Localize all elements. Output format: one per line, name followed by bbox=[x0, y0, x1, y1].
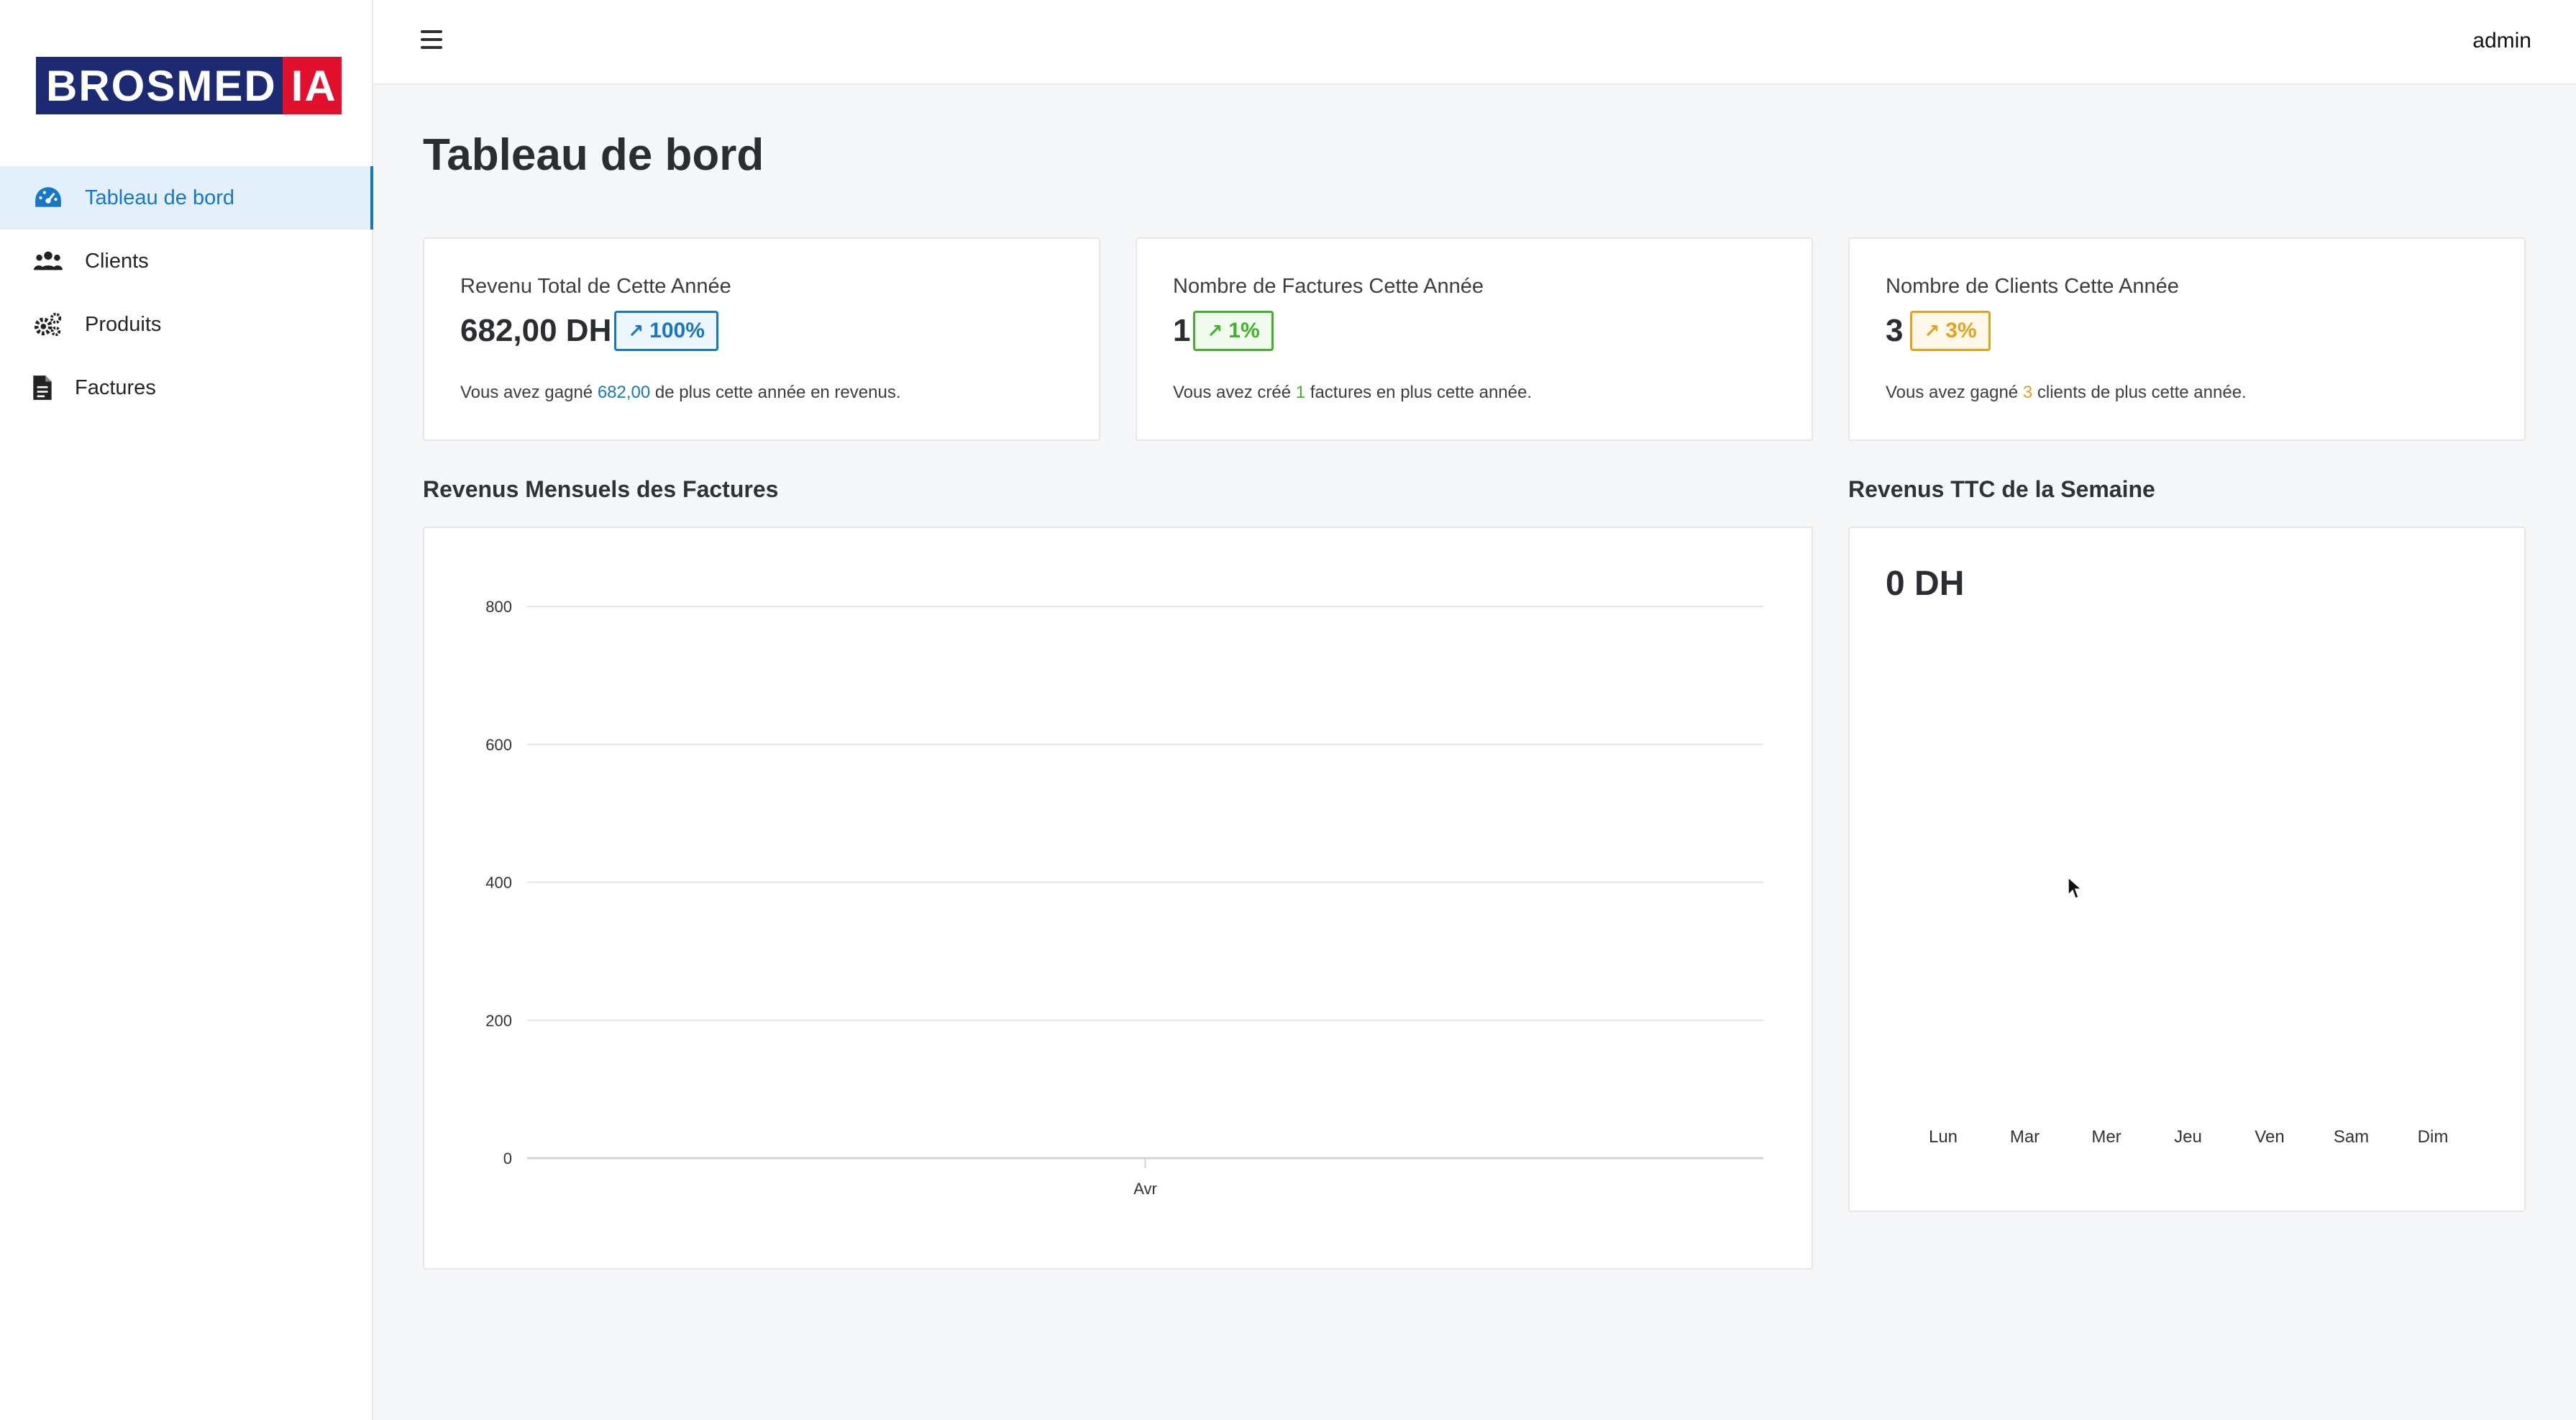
sidebar-item-label: Produits bbox=[85, 312, 162, 336]
weekly-chart-title: Revenus TTC de la Semaine bbox=[1848, 476, 2155, 502]
trend-up-icon: ↗ bbox=[628, 319, 644, 342]
stat-description: Vous avez gagné 682,00 de plus cette ann… bbox=[460, 383, 901, 402]
stat-badge: ↗ 1% bbox=[1193, 311, 1274, 351]
stat-card-invoices: Nombre de Factures Cette Année 1 ↗ 1% Vo… bbox=[1136, 237, 1813, 441]
monthly-revenue-chart: 0 200 400 600 800 Avr bbox=[485, 598, 1763, 1198]
weekday-label: Lun bbox=[1928, 1127, 1958, 1147]
stat-card-clients: Nombre de Clients Cette Année 3 ↗ 3% Vou… bbox=[1848, 237, 2526, 441]
sidebar-item-produits[interactable]: Produits bbox=[0, 293, 373, 356]
monthly-chart-title: Revenus Mensuels des Factures bbox=[423, 476, 779, 502]
y-tick-label: 0 bbox=[503, 1150, 512, 1168]
trend-up-icon: ↗ bbox=[1207, 319, 1223, 342]
gears-icon bbox=[32, 310, 65, 339]
weekday-label: Jeu bbox=[2174, 1127, 2202, 1147]
stat-title: Nombre de Clients Cette Année bbox=[1886, 275, 2179, 298]
y-tick-label: 600 bbox=[485, 736, 512, 754]
topbar: admin bbox=[373, 0, 2576, 85]
trend-up-icon: ↗ bbox=[1924, 319, 1940, 342]
sidebar-item-factures[interactable]: Factures bbox=[0, 356, 373, 419]
stat-description: Vous avez créé 1 factures en plus cette … bbox=[1173, 383, 1532, 402]
weekday-label: Mer bbox=[2091, 1127, 2121, 1147]
sidebar-item-label: Tableau de bord bbox=[85, 186, 234, 209]
page-title: Tableau de bord bbox=[423, 130, 764, 180]
stat-value: 1 bbox=[1173, 313, 1191, 348]
stat-title: Nombre de Factures Cette Année bbox=[1173, 275, 1484, 298]
sidebar-item-clients[interactable]: Clients bbox=[0, 229, 373, 293]
stat-value: 3 bbox=[1886, 313, 1904, 348]
stat-value: 682,00 DH bbox=[460, 313, 612, 348]
logo-accent: IA bbox=[282, 57, 342, 114]
sidebar-item-label: Factures bbox=[75, 376, 156, 399]
stat-card-revenue: Revenu Total de Cette Année 682,00 DH ↗ … bbox=[423, 237, 1100, 441]
y-tick-label: 200 bbox=[485, 1011, 512, 1029]
sidebar: BROSMED IA Tableau de bord Clients Produ… bbox=[0, 0, 373, 1420]
users-icon bbox=[32, 247, 65, 276]
sidebar-nav: Tableau de bord Clients Produits Facture… bbox=[0, 166, 373, 419]
brand-logo[interactable]: BROSMED IA bbox=[36, 57, 342, 114]
hamburger-menu-icon[interactable] bbox=[421, 30, 442, 52]
weekly-amount: 0 DH bbox=[1886, 565, 1965, 603]
stat-title: Revenu Total de Cette Année bbox=[460, 275, 731, 298]
y-tick-label: 400 bbox=[485, 874, 512, 892]
user-menu[interactable]: admin bbox=[2472, 29, 2531, 53]
weekday-label: Dim bbox=[2417, 1127, 2449, 1147]
sidebar-item-tableau-de-bord[interactable]: Tableau de bord bbox=[0, 166, 373, 229]
x-tick-label: Avr bbox=[1133, 1180, 1157, 1198]
stat-badge: ↗ 100% bbox=[614, 311, 718, 351]
stat-description: Vous avez gagné 3 clients de plus cette … bbox=[1886, 383, 2247, 402]
mouse-cursor-icon bbox=[2068, 876, 2083, 900]
app-root: BROSMED IA Tableau de bord Clients Produ… bbox=[0, 0, 2576, 1420]
weekday-label: Ven bbox=[2255, 1127, 2285, 1147]
logo-text: BROSMED bbox=[46, 61, 277, 110]
document-icon bbox=[32, 373, 53, 402]
sidebar-item-label: Clients bbox=[85, 249, 149, 273]
monthly-chart-card: 0 200 400 600 800 Avr bbox=[423, 527, 1813, 1270]
dashboard-gauge-icon bbox=[32, 183, 65, 212]
weekday-label: Sam bbox=[2333, 1127, 2370, 1147]
weekday-label: Mar bbox=[2009, 1127, 2040, 1147]
weekly-chart-card: 0 DH Lun Mar Mer Jeu Ven Sam Dim bbox=[1848, 527, 2526, 1212]
y-tick-label: 800 bbox=[485, 598, 512, 616]
stat-badge: ↗ 3% bbox=[1910, 311, 1991, 351]
